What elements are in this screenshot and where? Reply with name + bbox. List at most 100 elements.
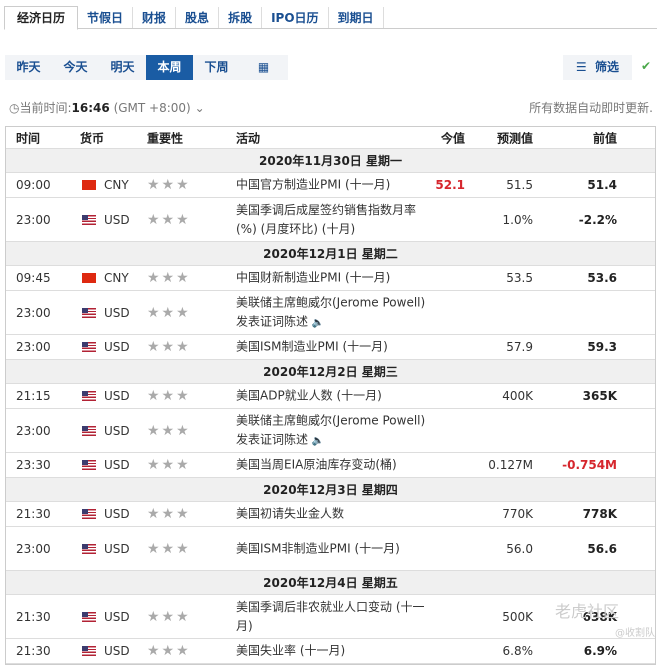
event-time: 23:00 — [16, 212, 51, 227]
date-row: 2020年12月3日 星期四 — [6, 478, 655, 502]
previous-value: 6.9% — [583, 644, 617, 658]
auto-update-note: 所有数据自动即时更新. — [529, 101, 653, 115]
filter-button[interactable]: ☰ 筛选 — [563, 55, 632, 80]
event-time: 23:00 — [16, 541, 51, 556]
tab-2[interactable]: 财报 — [133, 7, 177, 28]
previous-value: 778K — [582, 507, 617, 521]
event-name[interactable]: 中国财新制造业PMI (十一月) — [236, 269, 426, 288]
us-flag-icon — [82, 342, 96, 352]
previous-value: 53.6 — [587, 271, 617, 285]
tab-3[interactable]: 股息 — [176, 7, 220, 28]
event-row[interactable]: 21:30 USD ★★★ 美国失业率 (十一月) 6.8% 6.9% — [6, 639, 655, 664]
period-0[interactable]: 昨天 — [5, 55, 52, 80]
event-name[interactable]: 美国初请失业金人数 — [236, 505, 426, 524]
currency: USD — [104, 389, 130, 403]
importance-stars: ★★★ — [147, 270, 191, 286]
event-row[interactable]: 23:00 USD ★★★ 美联储主席鲍威尔(Jerome Powell)发表证… — [6, 291, 655, 335]
period-3[interactable]: 本周 — [146, 55, 193, 80]
forecast-value: 53.5 — [506, 271, 533, 285]
importance-stars: ★★★ — [147, 643, 191, 659]
calendar-table: 时间 货币 重要性 活动 今值 预测值 前值 2020年11月30日 星期一 09… — [5, 126, 656, 665]
us-flag-icon — [82, 646, 96, 656]
currency: CNY — [104, 271, 129, 285]
date-row: 2020年12月1日 星期二 — [6, 242, 655, 266]
currency: USD — [104, 541, 130, 556]
importance-stars: ★★★ — [147, 506, 191, 522]
event-name[interactable]: 美国季调后成屋签约销售指数月率(%) (月度环比) (十月) — [236, 201, 426, 239]
period-2[interactable]: 明天 — [99, 55, 146, 80]
event-row[interactable]: 23:30 USD ★★★ 美国当周EIA原油库存变动(桶) 0.127M -0… — [6, 453, 655, 478]
currency: USD — [104, 423, 130, 438]
current-time[interactable]: ◷当前时间:16:46 (GMT +8:00) ⌄ — [9, 99, 205, 116]
previous-value: 56.6 — [587, 541, 617, 556]
table-header: 时间 货币 重要性 活动 今值 预测值 前值 — [6, 127, 655, 149]
forecast-value: 0.127M — [488, 458, 533, 472]
event-name[interactable]: 美国ISM非制造业PMI (十一月) — [236, 539, 426, 558]
date-row: 2020年11月30日 星期一 — [6, 149, 655, 173]
cn-flag-icon — [82, 180, 96, 190]
event-row[interactable]: 09:45 CNY ★★★ 中国财新制造业PMI (十一月) 53.5 53.6 — [6, 266, 655, 291]
previous-value: -2.2% — [578, 212, 617, 227]
date-row: 2020年12月4日 星期五 — [6, 571, 655, 595]
us-flag-icon — [82, 391, 96, 401]
importance-stars: ★★★ — [147, 540, 191, 557]
event-name[interactable]: 美国当周EIA原油库存变动(桶) — [236, 456, 426, 475]
calendar-icon[interactable]: ▦ — [240, 55, 287, 80]
calendar-tabs: 经济日历 节假日 财报 股息 拆股 IPO日历 到期日 — [4, 6, 657, 30]
importance-stars: ★★★ — [147, 304, 191, 321]
forecast-value: 1.0% — [502, 212, 534, 227]
tab-6[interactable]: 到期日 — [329, 7, 384, 28]
tab-4[interactable]: 拆股 — [219, 7, 263, 28]
event-row[interactable]: 23:00 USD ★★★ 美国季调后成屋签约销售指数月率(%) (月度环比) … — [6, 198, 655, 242]
currency: USD — [104, 507, 130, 521]
currency: USD — [104, 340, 130, 354]
period-4[interactable]: 下周 — [193, 55, 240, 80]
previous-value: -0.754M — [562, 458, 617, 472]
clock-icon: ◷ — [9, 101, 20, 115]
currency: USD — [104, 644, 130, 658]
period-selector: 昨天 今天 明天 本周 下周 ▦ — [5, 55, 288, 80]
event-row[interactable]: 23:00 USD ★★★ 美国ISM制造业PMI (十一月) 57.9 59.… — [6, 335, 655, 360]
currency: CNY — [104, 178, 129, 192]
previous-value: 365K — [582, 389, 617, 403]
tab-1[interactable]: 节假日 — [78, 7, 134, 28]
actual-value: 52.1 — [435, 178, 465, 192]
previous-value: 51.4 — [587, 178, 617, 192]
forecast-value: 56.0 — [506, 541, 533, 556]
event-time: 23:00 — [16, 305, 51, 320]
importance-stars: ★★★ — [147, 422, 191, 439]
event-name[interactable]: 美国失业率 (十一月) — [236, 642, 426, 661]
forecast-value: 770K — [502, 507, 533, 521]
currency: USD — [104, 458, 130, 472]
tab-5[interactable]: IPO日历 — [262, 7, 329, 28]
event-time: 21:30 — [16, 609, 51, 624]
us-flag-icon — [82, 425, 96, 436]
currency: USD — [104, 212, 130, 227]
event-row[interactable]: 09:00 CNY ★★★ 中国官方制造业PMI (十一月) 52.1 51.5… — [6, 173, 655, 198]
chevron-down-icon: ⌄ — [194, 101, 205, 115]
importance-stars: ★★★ — [147, 388, 191, 404]
event-row[interactable]: 21:15 USD ★★★ 美国ADP就业人数 (十一月) 400K 365K — [6, 384, 655, 409]
date-row: 2020年12月2日 星期三 — [6, 360, 655, 384]
event-time: 09:45 — [16, 271, 51, 285]
event-name[interactable]: 美联储主席鲍威尔(Jerome Powell)发表证词陈述 🔈 — [236, 411, 426, 450]
filter-icon: ☰ — [575, 60, 587, 74]
watermark-sub: @收割队 — [615, 628, 655, 639]
event-time: 23:00 — [16, 340, 51, 354]
event-name[interactable]: 美国ADP就业人数 (十一月) — [236, 387, 426, 406]
event-name[interactable]: 中国官方制造业PMI (十一月) — [236, 176, 426, 195]
event-time: 21:15 — [16, 389, 51, 403]
cn-flag-icon — [82, 273, 96, 283]
period-1[interactable]: 今天 — [52, 55, 99, 80]
us-flag-icon — [82, 611, 96, 622]
currency: USD — [104, 305, 130, 320]
tab-0[interactable]: 经济日历 — [4, 6, 79, 30]
event-row[interactable]: 21:30 USD ★★★ 美国初请失业金人数 770K 778K — [6, 502, 655, 527]
us-flag-icon — [82, 307, 96, 318]
event-name[interactable]: 美国ISM制造业PMI (十一月) — [236, 338, 426, 357]
us-flag-icon — [82, 460, 96, 470]
event-row[interactable]: 23:00 USD ★★★ 美联储主席鲍威尔(Jerome Powell)发表证… — [6, 409, 655, 453]
event-name[interactable]: 美联储主席鲍威尔(Jerome Powell)发表证词陈述 🔈 — [236, 293, 426, 332]
event-row[interactable]: 23:00 USD ★★★ 美国ISM非制造业PMI (十一月) 56.0 56… — [6, 527, 655, 571]
event-name[interactable]: 美国季调后非农就业人口变动 (十一月) — [236, 598, 426, 636]
